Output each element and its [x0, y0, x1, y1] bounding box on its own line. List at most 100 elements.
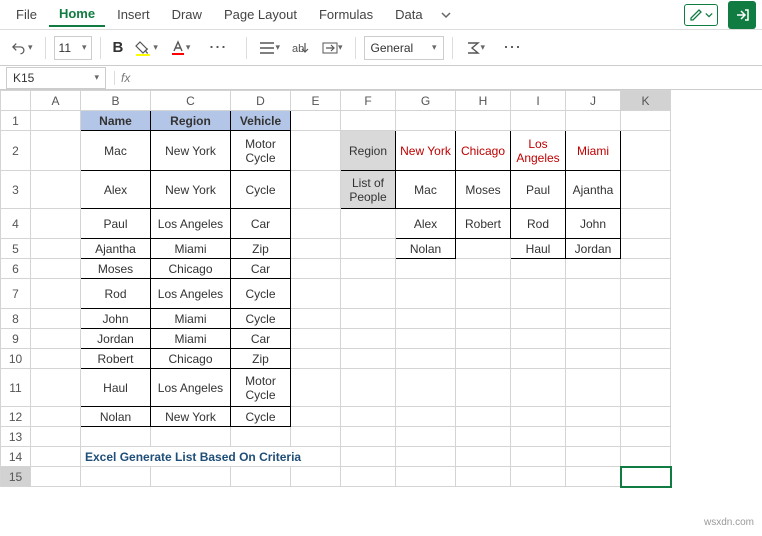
cell-G5[interactable]: Nolan: [396, 239, 456, 259]
cell-E15[interactable]: [291, 467, 341, 487]
cell-D11[interactable]: Motor Cycle: [231, 369, 291, 407]
cell-F15[interactable]: [341, 467, 396, 487]
cell-A11[interactable]: [31, 369, 81, 407]
row-header-13[interactable]: 13: [1, 427, 31, 447]
row-header-7[interactable]: 7: [1, 279, 31, 309]
cell-G8[interactable]: [396, 309, 456, 329]
cell-I15[interactable]: [511, 467, 566, 487]
cell-A13[interactable]: [31, 427, 81, 447]
autosum-button[interactable]: ▾: [461, 35, 490, 61]
cell-I6[interactable]: [511, 259, 566, 279]
cell-A14[interactable]: [31, 447, 81, 467]
cell-J1[interactable]: [566, 111, 621, 131]
row-header-2[interactable]: 2: [1, 131, 31, 171]
cell-F14[interactable]: [341, 447, 396, 467]
cell-J10[interactable]: [566, 349, 621, 369]
share-button[interactable]: [728, 1, 756, 29]
cell-J13[interactable]: [566, 427, 621, 447]
cell-D6[interactable]: Car: [231, 259, 291, 279]
spreadsheet-grid[interactable]: ABCDEFGHIJK1NameRegionVehicle2MacNew Yor…: [0, 90, 762, 534]
cell-K15[interactable]: [621, 467, 671, 487]
tab-draw[interactable]: Draw: [162, 3, 212, 26]
cell-K11[interactable]: [621, 369, 671, 407]
cell-J12[interactable]: [566, 407, 621, 427]
cell-B5[interactable]: Ajantha: [81, 239, 151, 259]
cell-A12[interactable]: [31, 407, 81, 427]
cell-J8[interactable]: [566, 309, 621, 329]
cell-J15[interactable]: [566, 467, 621, 487]
col-header-F[interactable]: F: [341, 91, 396, 111]
cell-K3[interactable]: [621, 171, 671, 209]
cell-G6[interactable]: [396, 259, 456, 279]
row-header-5[interactable]: 5: [1, 239, 31, 259]
row-header-1[interactable]: 1: [1, 111, 31, 131]
cell-K12[interactable]: [621, 407, 671, 427]
cell-H9[interactable]: [456, 329, 511, 349]
cell-J4[interactable]: John: [566, 209, 621, 239]
cell-G2[interactable]: New York: [396, 131, 456, 171]
cell-I2[interactable]: Los Angeles: [511, 131, 566, 171]
fill-color-button[interactable]: ▾: [131, 35, 162, 61]
cell-B14[interactable]: Excel Generate List Based On Criteria: [81, 447, 341, 467]
cell-E13[interactable]: [291, 427, 341, 447]
cell-D10[interactable]: Zip: [231, 349, 291, 369]
row-header-3[interactable]: 3: [1, 171, 31, 209]
editing-mode-button[interactable]: [684, 4, 718, 26]
cell-B7[interactable]: Rod: [81, 279, 151, 309]
cell-C3[interactable]: New York: [151, 171, 231, 209]
cell-H10[interactable]: [456, 349, 511, 369]
cell-H15[interactable]: [456, 467, 511, 487]
cell-F7[interactable]: [341, 279, 396, 309]
cell-B11[interactable]: Haul: [81, 369, 151, 407]
cell-C10[interactable]: Chicago: [151, 349, 231, 369]
cell-J14[interactable]: [566, 447, 621, 467]
cell-E7[interactable]: [291, 279, 341, 309]
cell-K6[interactable]: [621, 259, 671, 279]
cell-A2[interactable]: [31, 131, 81, 171]
cell-B3[interactable]: Alex: [81, 171, 151, 209]
cell-G7[interactable]: [396, 279, 456, 309]
cell-G9[interactable]: [396, 329, 456, 349]
cell-K9[interactable]: [621, 329, 671, 349]
cell-D2[interactable]: Motor Cycle: [231, 131, 291, 171]
tab-file[interactable]: File: [6, 3, 47, 26]
cell-E9[interactable]: [291, 329, 341, 349]
cell-C1[interactable]: Region: [151, 111, 231, 131]
cell-H6[interactable]: [456, 259, 511, 279]
cell-A6[interactable]: [31, 259, 81, 279]
cell-F2[interactable]: Region: [341, 131, 396, 171]
cell-G10[interactable]: [396, 349, 456, 369]
row-header-10[interactable]: 10: [1, 349, 31, 369]
cell-D8[interactable]: Cycle: [231, 309, 291, 329]
cell-F12[interactable]: [341, 407, 396, 427]
cell-K4[interactable]: [621, 209, 671, 239]
cell-H12[interactable]: [456, 407, 511, 427]
cell-B8[interactable]: John: [81, 309, 151, 329]
cell-C13[interactable]: [151, 427, 231, 447]
cell-H13[interactable]: [456, 427, 511, 447]
cell-G1[interactable]: [396, 111, 456, 131]
col-header-I[interactable]: I: [511, 91, 566, 111]
align-button[interactable]: ▾: [255, 35, 284, 61]
cell-E12[interactable]: [291, 407, 341, 427]
cell-B15[interactable]: [81, 467, 151, 487]
tab-data[interactable]: Data: [385, 3, 432, 26]
tab-pagelayout[interactable]: Page Layout: [214, 3, 307, 26]
cell-I4[interactable]: Rod: [511, 209, 566, 239]
tab-formulas[interactable]: Formulas: [309, 3, 383, 26]
cell-K10[interactable]: [621, 349, 671, 369]
cell-I14[interactable]: [511, 447, 566, 467]
cell-E11[interactable]: [291, 369, 341, 407]
cell-D1[interactable]: Vehicle: [231, 111, 291, 131]
row-header-6[interactable]: 6: [1, 259, 31, 279]
cell-B4[interactable]: Paul: [81, 209, 151, 239]
col-header-G[interactable]: G: [396, 91, 456, 111]
cell-E2[interactable]: [291, 131, 341, 171]
cell-K8[interactable]: [621, 309, 671, 329]
cell-D9[interactable]: Car: [231, 329, 291, 349]
cell-F6[interactable]: [341, 259, 396, 279]
cell-B6[interactable]: Moses: [81, 259, 151, 279]
row-header-15[interactable]: 15: [1, 467, 31, 487]
cell-G14[interactable]: [396, 447, 456, 467]
cell-C5[interactable]: Miami: [151, 239, 231, 259]
